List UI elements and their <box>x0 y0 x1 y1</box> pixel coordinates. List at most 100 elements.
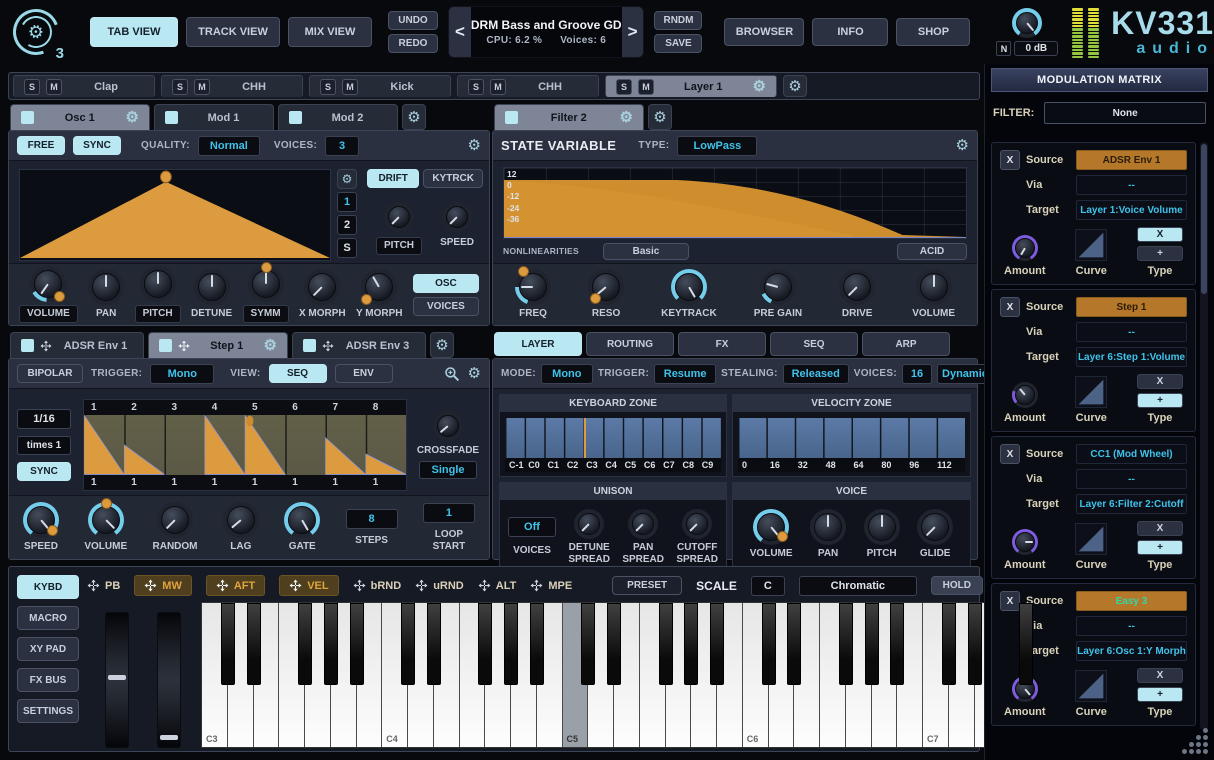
preset-name[interactable]: DRM Bass and Groove GD <box>471 18 622 32</box>
tab-osc1[interactable]: Osc 1⚙ <box>10 104 150 130</box>
piano-black-key[interactable] <box>427 603 441 685</box>
mod-source-select[interactable]: Step 1 <box>1076 297 1187 317</box>
bipolar-button[interactable]: BIPOLAR <box>17 364 83 383</box>
zoom-icon[interactable] <box>444 366 460 382</box>
mod-target-select[interactable]: Layer 6:Step 1:Volume <box>1076 347 1187 367</box>
voice-volume-knob[interactable] <box>753 509 789 545</box>
mod-amount-knob[interactable] <box>1012 529 1038 555</box>
preset-prev-button[interactable]: < <box>449 7 471 57</box>
aftertouch-assign[interactable]: AFT <box>206 575 265 596</box>
mod-type-plus-button[interactable]: + <box>1137 246 1183 261</box>
sidebar-fxbus-button[interactable]: FX BUS <box>17 668 79 692</box>
piano-black-key[interactable] <box>298 603 312 685</box>
mod-type-plus-button[interactable]: + <box>1137 393 1183 408</box>
mod-type-x-button[interactable]: X <box>1137 374 1183 389</box>
wave-settings-button[interactable]: ⚙ <box>337 169 357 189</box>
steps-count-select[interactable]: 8 <box>346 509 398 529</box>
filter-pregain-knob[interactable] <box>760 269 796 305</box>
tab-mod1[interactable]: Mod 1 <box>154 104 274 130</box>
mod-source-select[interactable]: CC1 (Mod Wheel) <box>1076 444 1187 464</box>
waveform-display[interactable] <box>19 169 331 261</box>
piano-black-key[interactable] <box>478 603 492 685</box>
pitch-bend-wheel[interactable] <box>105 612 129 748</box>
master-gain-readout[interactable]: 0 dB <box>1014 41 1058 56</box>
mod-amount-knob[interactable] <box>1012 235 1038 261</box>
filter-drive-knob[interactable] <box>839 269 875 305</box>
env-tabs-settings-button[interactable]: ⚙ <box>430 332 454 358</box>
tab-filter2[interactable]: Filter 2⚙ <box>494 104 644 130</box>
wave-slot-s-button[interactable]: S <box>337 238 357 258</box>
mod-via-select[interactable]: -- <box>1076 616 1187 636</box>
piano-black-key[interactable] <box>607 603 621 685</box>
mod-type-plus-button[interactable]: + <box>1137 540 1183 555</box>
tab-mod2[interactable]: Mod 2 <box>278 104 398 130</box>
scale-preset-button[interactable]: PRESET <box>612 576 682 595</box>
mod-source-select[interactable]: ADSR Env 1 <box>1076 150 1187 170</box>
piano-black-key[interactable] <box>787 603 801 685</box>
voice-pan-knob[interactable] <box>810 509 846 545</box>
tab-adsr-env1[interactable]: ADSR Env 1 <box>10 332 144 358</box>
seq-speed-knob[interactable] <box>23 502 59 538</box>
mpe-assign[interactable]: MPE <box>530 579 572 592</box>
info-button[interactable]: INFO <box>812 18 888 46</box>
osc1-settings-icon[interactable]: ⚙ <box>126 110 139 125</box>
mute-toggle[interactable]: M <box>194 79 210 95</box>
free-button[interactable]: FREE <box>17 136 65 155</box>
piano-black-key[interactable] <box>839 603 853 685</box>
env3-enable-checkbox[interactable] <box>303 339 316 352</box>
mod-curve-button[interactable] <box>1075 229 1107 261</box>
mod-slot-remove-button[interactable]: X <box>1000 150 1020 170</box>
seq-sync-button[interactable]: SYNC <box>17 462 71 481</box>
wheel-handle[interactable] <box>160 735 178 740</box>
env-trigger-select[interactable]: Mono <box>150 364 214 384</box>
master-volume-knob[interactable] <box>1012 8 1042 38</box>
piano-black-key[interactable] <box>530 603 544 685</box>
env-strip-settings-icon[interactable]: ⚙ <box>468 366 481 381</box>
mod-via-select[interactable]: -- <box>1076 469 1187 489</box>
drift-pitch-knob[interactable] <box>384 202 414 232</box>
mod-via-select[interactable]: -- <box>1076 322 1187 342</box>
drift-button[interactable]: DRIFT <box>367 169 419 188</box>
brnd-assign[interactable]: bRND <box>353 579 402 592</box>
mod-slot-remove-button[interactable]: X <box>1000 297 1020 317</box>
mod-wheel[interactable] <box>157 612 181 748</box>
mute-toggle[interactable]: M <box>490 79 506 95</box>
layer-tab-kick[interactable]: SMKick <box>309 75 451 97</box>
shop-button[interactable]: SHOP <box>896 18 970 46</box>
normalize-toggle[interactable]: N <box>996 41 1011 56</box>
solo-toggle[interactable]: S <box>24 79 40 95</box>
unison-voices-select[interactable]: Off <box>508 517 556 537</box>
sync-button[interactable]: SYNC <box>73 136 121 155</box>
randomize-button[interactable]: RNDM <box>654 11 702 30</box>
filter-freq-knob[interactable] <box>515 269 551 305</box>
solo-toggle[interactable]: S <box>172 79 188 95</box>
velocity-assign[interactable]: VEL <box>279 575 338 596</box>
piano-black-key[interactable] <box>762 603 776 685</box>
sidebar-macro-button[interactable]: MACRO <box>17 606 79 630</box>
layer-settings-icon[interactable]: ⚙ <box>753 79 766 94</box>
piano-black-key[interactable] <box>221 603 235 685</box>
kytrck-button[interactable]: KYTRCK <box>423 169 483 188</box>
piano-black-key[interactable] <box>350 603 364 685</box>
seq-lag-knob[interactable] <box>223 502 259 538</box>
tab-adsr-env3[interactable]: ADSR Env 3 <box>292 332 426 358</box>
mod-type-x-button[interactable]: X <box>1137 227 1183 242</box>
scale-key-select[interactable]: C <box>751 576 785 596</box>
seq-random-knob[interactable] <box>157 502 193 538</box>
seq-gate-knob[interactable] <box>284 502 320 538</box>
osc-xmorph-knob[interactable] <box>304 269 340 305</box>
mute-toggle[interactable]: M <box>46 79 62 95</box>
piano-black-key[interactable] <box>401 603 415 685</box>
layer-tab-chh2[interactable]: SMCHH <box>457 75 599 97</box>
mute-toggle[interactable]: M <box>638 79 654 95</box>
tab-seq[interactable]: SEQ <box>770 332 858 356</box>
seq-times-select[interactable]: times 1 <box>17 436 71 455</box>
mod-curve-button[interactable] <box>1075 670 1107 702</box>
unison-cutoff-spread-knob[interactable] <box>682 509 712 539</box>
piano-black-key[interactable] <box>942 603 956 685</box>
layer-add-settings-button[interactable]: ⚙ <box>783 75 807 97</box>
osc-ymorph-knob[interactable] <box>361 269 397 305</box>
tab-step1[interactable]: Step 1⚙ <box>148 332 288 358</box>
mode-select[interactable]: Mono <box>541 364 593 384</box>
view-seq-button[interactable]: SEQ <box>269 364 327 383</box>
